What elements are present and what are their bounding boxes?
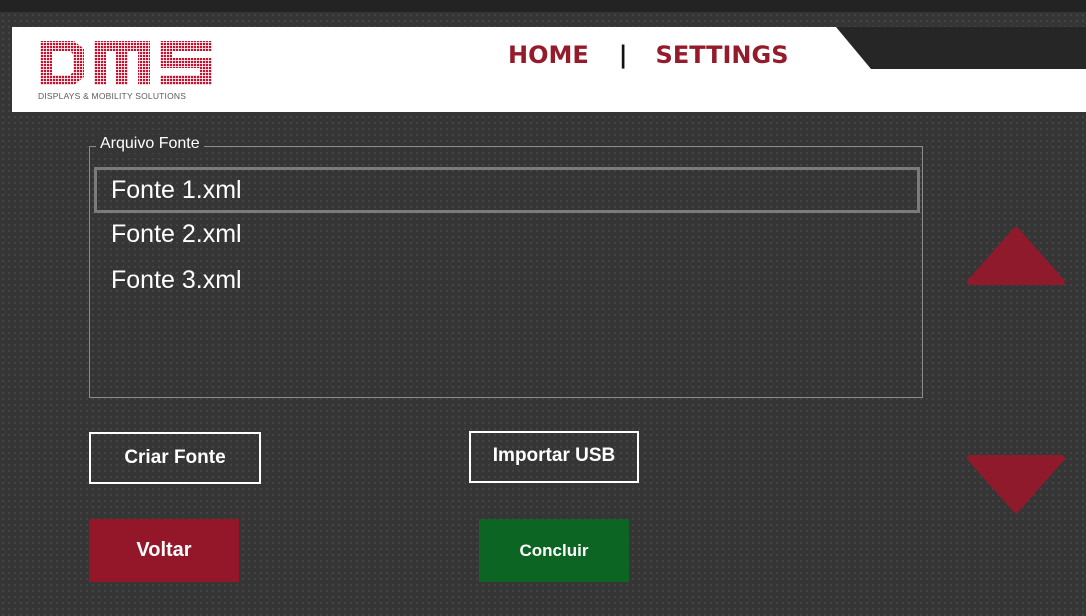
scroll-up-button[interactable] — [966, 226, 1066, 286]
dms-logo: DISPLAYS & MOBILITY SOLUTIONS — [38, 37, 214, 103]
font-file-list[interactable]: Fonte 1.xml Fonte 2.xml Fonte 3.xml — [94, 167, 920, 303]
back-button[interactable]: Voltar — [89, 519, 239, 582]
list-item-fonte-2[interactable]: Fonte 2.xml — [94, 212, 920, 257]
logo-tagline: DISPLAYS & MOBILITY SOLUTIONS — [38, 91, 187, 101]
font-file-group-legend: Arquivo Fonte — [96, 135, 204, 153]
nav-home-link[interactable]: HOME — [508, 41, 589, 69]
create-font-button[interactable]: Criar Fonte — [89, 432, 261, 484]
top-bar — [0, 0, 1086, 12]
dms-logo-mark — [40, 41, 212, 85]
header-dark-tab — [836, 27, 1086, 69]
list-item-fonte-3[interactable]: Fonte 3.xml — [94, 257, 920, 303]
top-navigation: HOME | SETTINGS — [508, 39, 789, 71]
screen: DISPLAYS & MOBILITY SOLUTIONS HOME | SET… — [0, 0, 1086, 616]
triangle-down-icon — [967, 455, 1065, 513]
import-usb-button[interactable]: Importar USB — [469, 431, 639, 483]
scroll-down-button[interactable] — [966, 454, 1066, 514]
nav-settings-link[interactable]: SETTINGS — [656, 41, 789, 69]
font-file-group: Arquivo Fonte Fonte 1.xml Fonte 2.xml Fo… — [89, 135, 923, 398]
nav-separator: | — [618, 41, 628, 69]
triangle-up-icon — [967, 227, 1065, 285]
header: DISPLAYS & MOBILITY SOLUTIONS HOME | SET… — [12, 27, 1086, 112]
finish-button[interactable]: Concluir — [479, 519, 629, 582]
list-item-fonte-1[interactable]: Fonte 1.xml — [94, 167, 920, 213]
